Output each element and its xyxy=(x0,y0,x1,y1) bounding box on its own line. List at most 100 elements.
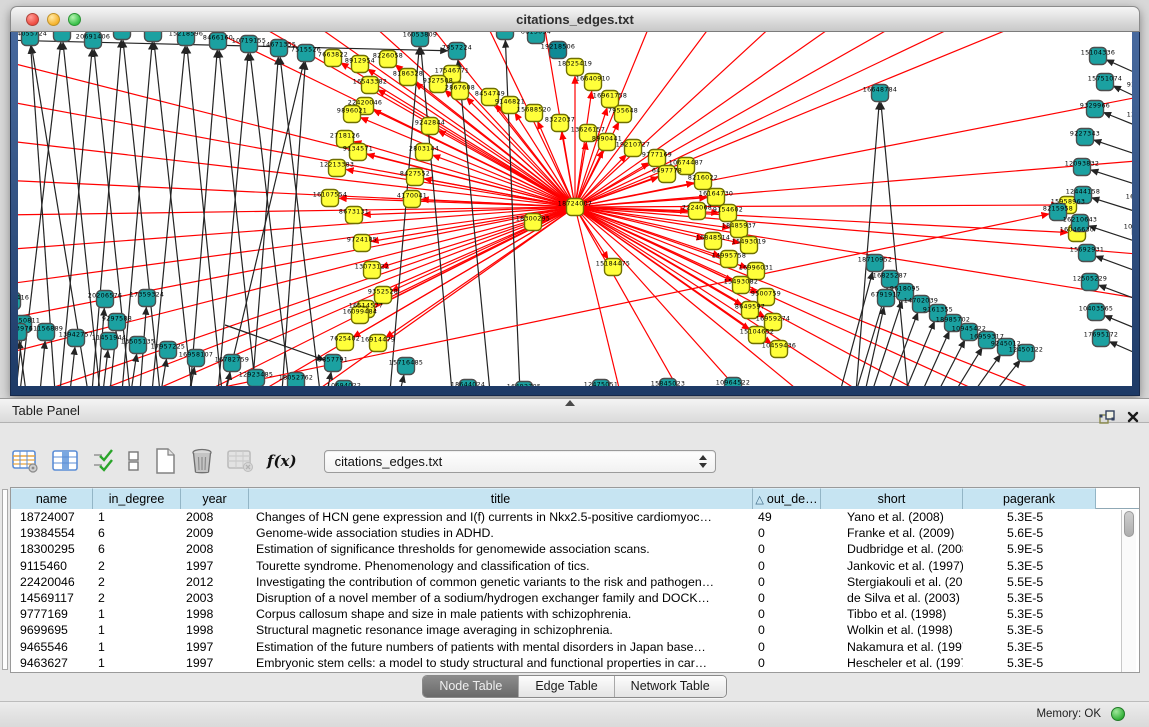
delete-table-icon[interactable] xyxy=(190,447,214,475)
graph-node[interactable] xyxy=(497,32,514,40)
table-row[interactable]: 1938455462009Genome-wide association stu… xyxy=(11,525,1139,541)
table-row[interactable]: 911546021997Tourette syndrome. Phenomeno… xyxy=(11,558,1139,574)
graph-node-label: 8912954 xyxy=(345,58,375,65)
graph-node-label: 16640910 xyxy=(576,76,610,83)
zoom-window-button[interactable] xyxy=(68,13,81,26)
graph-node-label: 15716485 xyxy=(389,360,423,367)
table-row[interactable]: 1456911722003Disruption of a novel membe… xyxy=(11,590,1139,606)
cell-year: 2012 xyxy=(181,574,249,590)
combo-arrows-icon xyxy=(699,455,707,468)
splitpane-collapse-icon[interactable] xyxy=(565,400,575,406)
cell-title: Tourette syndrome. Phenomenology and cla… xyxy=(249,558,753,574)
graph-node-label: 9329966 xyxy=(1080,103,1110,110)
window-titlebar[interactable]: citations_edges.txt xyxy=(10,6,1140,32)
graph-node-label: 16099484 xyxy=(343,309,377,316)
graph-node-label: 12093832 xyxy=(1065,161,1099,168)
tab-node-table[interactable]: Node Table xyxy=(423,676,519,697)
graph-node-label: 18710952 xyxy=(858,257,892,264)
cell-year: 2003 xyxy=(181,590,249,606)
graph-node-label: 20691406 xyxy=(76,34,110,41)
select-rows-icon[interactable] xyxy=(92,447,114,475)
graph-node-label: 16848514 xyxy=(696,235,730,242)
row-height-icon[interactable] xyxy=(127,447,140,475)
graph-node-label: 9242844 xyxy=(415,120,445,127)
table-row[interactable]: 969969511998Structural magnetic resonanc… xyxy=(11,622,1139,638)
graph-edge xyxy=(282,62,305,386)
graph-node-label: 18052762 xyxy=(279,375,313,382)
cell-pagerank: 5.3E-5 xyxy=(963,590,1096,606)
graph-node-label: 16053809 xyxy=(403,32,437,39)
cell-short: Wolkin et al. (1998) xyxy=(821,622,963,638)
graph-edge xyxy=(575,207,1040,386)
graph-node-label: 7224068 xyxy=(682,205,712,212)
graph-edge xyxy=(218,53,248,386)
graph-node-label: 8322037 xyxy=(545,117,575,124)
minimize-window-button[interactable] xyxy=(47,13,60,26)
graph-node-label: 9227343 xyxy=(1070,131,1100,138)
vertical-scrollbar[interactable] xyxy=(1121,510,1136,672)
close-panel-icon[interactable] xyxy=(1127,403,1139,431)
graph-node-label: 17359324 xyxy=(130,292,164,299)
graph-node-label: 8673131 xyxy=(339,209,369,216)
graph-node-label: 12450122 xyxy=(1009,347,1043,354)
table-tabs: Node Table Edge Table Network Table xyxy=(422,675,726,698)
graph-node-label: 15958963 xyxy=(1051,199,1085,206)
table-panel-title: Table Panel xyxy=(12,403,80,418)
cell-pagerank: 5.3E-5 xyxy=(963,639,1096,655)
function-builder-icon[interactable]: f(x) xyxy=(267,447,297,475)
network-canvas[interactable]: 2405572420553461206914061065528711527802… xyxy=(18,32,1132,386)
memory-status-icon[interactable] xyxy=(1111,707,1125,721)
graph-node-label: 17695172 xyxy=(1084,332,1118,339)
column-header-year[interactable]: year xyxy=(181,488,249,509)
graph-node-label: 10674487 xyxy=(669,160,703,167)
graph-node-label: 19218506 xyxy=(541,44,575,51)
table-row[interactable]: 977716911998Corpus callosum shape and si… xyxy=(11,606,1139,622)
tab-edge-table[interactable]: Edge Table xyxy=(519,676,614,697)
cell-name: 19384554 xyxy=(11,525,93,541)
column-header-short[interactable]: short xyxy=(821,488,963,509)
column-header-pagerank[interactable]: pagerank xyxy=(963,488,1096,509)
table-row[interactable]: 1872400712008Changes of HCN gene express… xyxy=(11,509,1139,525)
float-panel-icon[interactable] xyxy=(1099,403,1115,431)
select-column-icon[interactable] xyxy=(52,447,79,475)
table-panel: Table Panel xyxy=(0,398,1149,727)
column-header-name[interactable]: name xyxy=(11,488,93,509)
graph-node[interactable] xyxy=(114,32,131,40)
cell-name: 9115460 xyxy=(11,558,93,574)
graph-edge xyxy=(368,207,575,311)
column-header-title[interactable]: title xyxy=(249,488,753,509)
scrollbar-thumb[interactable] xyxy=(1124,511,1134,537)
graph-node-label: 8454749 xyxy=(475,91,505,98)
graph-edge xyxy=(905,321,935,386)
table-row[interactable]: 946362711997Embryonic stem cells: a mode… xyxy=(11,655,1139,671)
column-header-in_degree[interactable]: in_degree xyxy=(93,488,181,509)
graph-node-label: 2867608 xyxy=(445,85,475,92)
table-row[interactable]: 1830029562008Estimation of significance … xyxy=(11,541,1139,557)
cell-in_degree: 1 xyxy=(93,622,181,638)
cell-out_de: 0 xyxy=(753,622,821,638)
cell-title: Embryonic stem cells: a model to study s… xyxy=(249,655,753,671)
graph-edge xyxy=(1091,170,1132,188)
cell-title: Disruption of a novel member of a sodium… xyxy=(249,590,753,606)
graph-node-label: 10945422 xyxy=(952,326,986,333)
graph-edge xyxy=(219,50,256,386)
close-window-button[interactable] xyxy=(26,13,39,26)
cell-year: 1997 xyxy=(181,655,249,671)
graph-edge xyxy=(390,47,419,386)
graph-edge xyxy=(840,272,873,386)
graph-node-label: 10816025 xyxy=(1124,224,1132,231)
graph-node-label: 9297588 xyxy=(102,316,132,323)
table-row[interactable]: 946554611997Estimation of the future num… xyxy=(11,639,1139,655)
tab-network-table[interactable]: Network Table xyxy=(615,676,726,697)
graph-node-label: 15104652 xyxy=(740,329,774,336)
column-header-out_de[interactable]: △ out_de… xyxy=(753,488,821,509)
cell-name: 14569117 xyxy=(11,590,93,606)
graph-node-label: 16648784 xyxy=(863,87,897,94)
new-table-icon[interactable] xyxy=(153,447,177,475)
cell-title: Genome-wide association studies in ADHD. xyxy=(249,525,753,541)
table-row[interactable]: 2242004622012Investigating the contribut… xyxy=(11,574,1139,590)
graph-node-label: 8649597 xyxy=(735,304,765,311)
graph-node-label: 8186328 xyxy=(393,71,423,78)
table-settings-icon[interactable] xyxy=(12,447,39,475)
table-source-select[interactable]: citations_edges.txt xyxy=(324,450,716,473)
